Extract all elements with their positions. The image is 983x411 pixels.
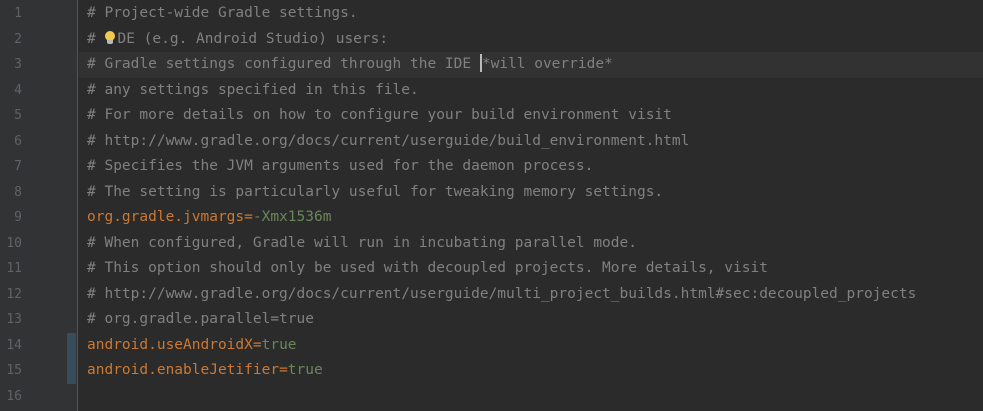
comment-token: # org.gradle.parallel=true: [87, 311, 314, 327]
code-text[interactable]: # org.gradle.parallel=true: [79, 307, 983, 333]
comment-token: DE (e.g. Android Studio) users:: [117, 30, 389, 47]
code-line[interactable]: 2 # DE (e.g. Android Studio) users:: [0, 27, 983, 53]
code-line[interactable]: 12 # http://www.gradle.org/docs/current/u…: [0, 282, 983, 308]
code-text[interactable]: # Gradle settings configured through the…: [79, 52, 983, 78]
comment-token: # Project-wide Gradle settings.: [87, 5, 358, 21]
code-line[interactable]: 4 # any settings specified in this file.: [0, 78, 983, 104]
line-number: 8: [14, 184, 22, 200]
code-line[interactable]: 11 # This option should only be used with…: [0, 256, 983, 282]
code-line[interactable]: 5 # For more details on how to configure …: [0, 103, 983, 129]
code-editor[interactable]: 1 # Project-wide Gradle settings. 2 # DE (e…: [0, 0, 983, 411]
vcs-change-marker[interactable]: [67, 332, 76, 358]
code-text[interactable]: org.gradle.jvmargs=-Xmx1536m: [79, 205, 983, 231]
code-text[interactable]: # When configured, Gradle will run in in…: [79, 231, 983, 257]
code-text[interactable]: # http://www.gradle.org/docs/current/use…: [79, 282, 983, 308]
comment-token: # http://www.gradle.org/docs/current/use…: [87, 285, 917, 302]
code-line[interactable]: 6 # http://www.gradle.org/docs/current/us…: [0, 129, 983, 155]
code-line[interactable]: 10 # When configured, Gradle will run in …: [0, 231, 983, 257]
code-line[interactable]: 3 # Gradle settings configured through th…: [0, 52, 983, 78]
line-number: 7: [14, 159, 22, 174]
line-number: 5: [14, 108, 22, 123]
property-value-token: true: [287, 362, 323, 378]
code-line[interactable]: 16: [0, 384, 983, 410]
line-number: 11: [6, 261, 22, 276]
comment-token: # This option should only be used with d…: [87, 260, 768, 276]
code-line[interactable]: 8 # The setting is particularly useful fo…: [0, 180, 983, 206]
lightbulb-icon[interactable]: [104, 30, 116, 45]
property-key-token: org.gradle.jvmargs: [87, 209, 245, 225]
code-line[interactable]: 14 android.useAndroidX=true: [0, 332, 983, 359]
comment-token: # any settings specified in this file.: [87, 81, 419, 98]
code-text[interactable]: # Specifies the JVM arguments used for t…: [79, 154, 983, 180]
property-value-token: true: [261, 336, 297, 353]
line-number: 16: [6, 388, 22, 404]
line-number: 9: [14, 210, 22, 225]
code-text[interactable]: # Project-wide Gradle settings.: [79, 1, 983, 27]
code-text[interactable]: android.enableJetifier=true: [79, 358, 983, 384]
line-number: 15: [6, 363, 22, 378]
code-line[interactable]: 9 org.gradle.jvmargs=-Xmx1536m: [0, 205, 983, 231]
line-number: 14: [6, 337, 22, 353]
code-text[interactable]: # This option should only be used with d…: [79, 256, 983, 282]
code-text[interactable]: # any settings specified in this file.: [79, 78, 983, 104]
line-number: 4: [14, 82, 22, 98]
property-key-token: android.enableJetifier: [87, 362, 280, 378]
line-number: 3: [14, 57, 22, 72]
line-number: 10: [6, 235, 22, 251]
code-line[interactable]: 15 android.enableJetifier=true: [0, 358, 983, 384]
operator-token: =: [279, 362, 288, 378]
property-key-token: android.useAndroidX: [87, 336, 253, 353]
vcs-change-marker[interactable]: [67, 358, 76, 384]
code-line[interactable]: 7 # Specifies the JVM arguments used for …: [0, 154, 983, 180]
line-number: 2: [14, 31, 22, 47]
code-text[interactable]: # http://www.gradle.org/docs/current/use…: [79, 129, 983, 155]
operator-token: =: [244, 209, 253, 225]
code-text[interactable]: # DE (e.g. Android Studio) users:: [79, 27, 983, 53]
comment-token: # http://www.gradle.org/docs/current/use…: [87, 132, 690, 149]
comment-token: # Specifies the JVM arguments used for t…: [87, 158, 594, 174]
comment-token: # The setting is particularly useful for…: [87, 183, 664, 200]
code-text[interactable]: android.useAndroidX=true: [79, 333, 983, 359]
line-number: 13: [6, 312, 22, 327]
comment-token: #: [87, 30, 105, 47]
line-number: 1: [14, 6, 22, 21]
line-number: 6: [14, 133, 22, 149]
comment-token: # For more details on how to configure y…: [87, 107, 672, 123]
comment-token: # Gradle settings configured through the…: [87, 56, 480, 72]
comment-token: *will override*: [481, 56, 613, 72]
editor-lines[interactable]: 1 # Project-wide Gradle settings. 2 # DE (e…: [0, 0, 983, 409]
comment-token: # When configured, Gradle will run in in…: [87, 234, 637, 251]
code-line[interactable]: 13 # org.gradle.parallel=true: [0, 307, 983, 333]
code-text[interactable]: [79, 384, 983, 410]
operator-token: =: [252, 336, 262, 353]
code-line[interactable]: 1 # Project-wide Gradle settings.: [0, 1, 983, 27]
code-text[interactable]: # For more details on how to configure y…: [79, 103, 983, 129]
property-value-token: -Xmx1536m: [252, 209, 332, 225]
line-number: 12: [6, 286, 22, 302]
code-text[interactable]: # The setting is particularly useful for…: [79, 180, 983, 206]
